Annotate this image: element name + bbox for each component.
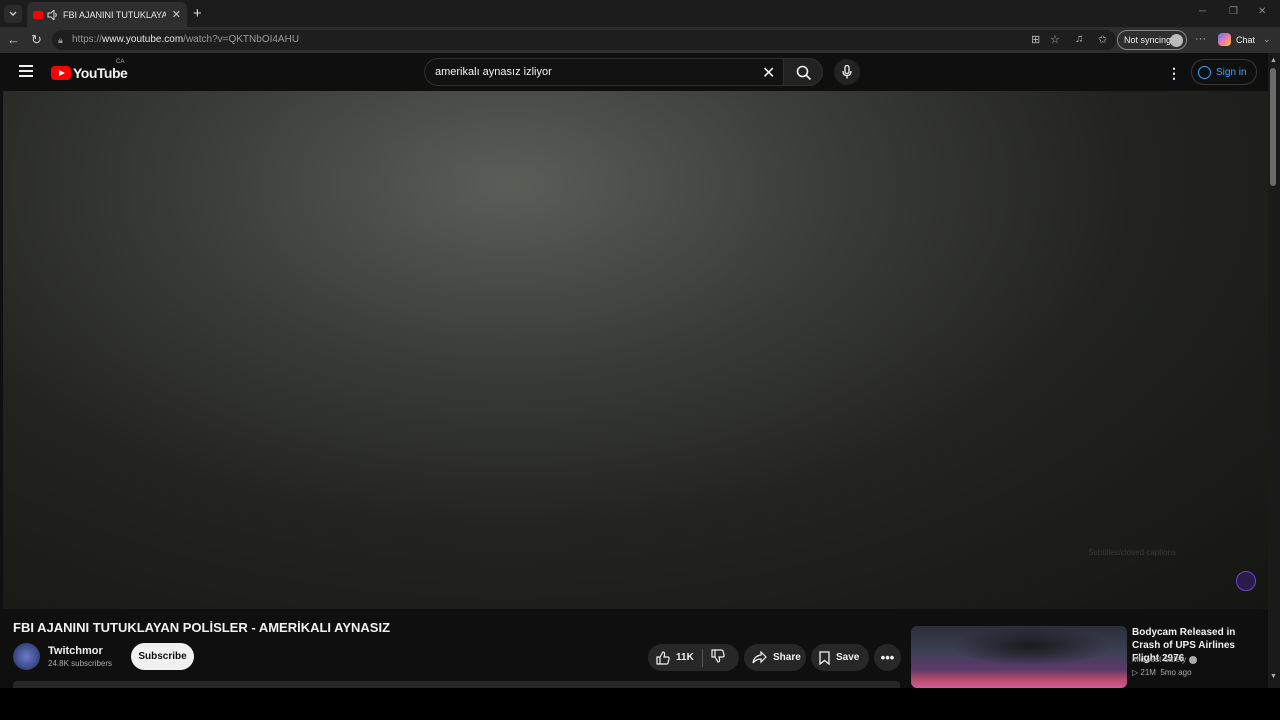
youtube-favicon-icon [33,10,43,19]
share-arrow-icon [752,651,767,664]
like-button[interactable]: 11K [648,648,703,667]
profile-sync-button[interactable]: Not syncing [1117,30,1187,50]
captions-overlay: Subtitles/closed captions [1088,548,1177,557]
close-tab-icon[interactable]: ✕ [172,8,181,21]
minimize-icon[interactable]: ─ [1199,6,1206,17]
menu-icon[interactable] [19,65,33,77]
thumbs-down-icon [711,649,725,663]
settings-more-icon[interactable]: ··· [1195,33,1206,45]
youtube-logo[interactable]: YouTube CA [51,59,128,81]
sign-in-button[interactable]: Sign in [1191,59,1257,85]
like-dislike-group: 11K [648,644,739,671]
search-button[interactable] [783,58,823,86]
refresh-icon[interactable]: ↻ [31,32,42,48]
bottom-strip [0,688,1280,720]
save-button[interactable]: Save [811,644,869,671]
browser-toolbar: ← ↻ 🔒︎ https://www.youtube.com/watch?v=Q… [0,27,1280,53]
subscribe-button[interactable]: Subscribe [131,643,194,670]
channel-name[interactable]: Twitchmor [48,645,103,657]
new-tab-icon[interactable]: + [193,5,202,22]
search-input[interactable]: amerikalı aynasız izliyor [424,58,786,86]
play-count-icon: ▷ [1132,668,1139,677]
scroll-up-icon[interactable]: ▲ [1270,57,1277,64]
account-icon [1198,65,1211,79]
like-count: 11K [676,652,694,663]
lock-icon: 🔒︎ [58,35,63,45]
clear-search-icon[interactable]: ✕ [762,63,775,83]
youtube-play-logo-icon [51,66,71,80]
microphone-icon [842,65,852,79]
favorite-star-icon[interactable]: ☆ [1050,33,1060,46]
recommended-age: 5mo ago [1160,668,1192,677]
thumbs-up-icon [656,650,670,665]
address-bar[interactable]: 🔒︎ https://www.youtube.com/watch?v=QKTNb… [52,30,1116,50]
dislike-button[interactable] [703,649,733,666]
scroll-down-icon[interactable]: ▼ [1270,673,1277,680]
app-available-icon[interactable]: ⊞ [1031,33,1040,46]
restore-icon[interactable]: ❐ [1229,6,1238,17]
back-icon[interactable]: ← [7,32,20,47]
speaker-icon[interactable] [47,9,58,20]
sync-status-label: Not syncing [1124,35,1172,45]
voice-search-button[interactable] [834,59,860,85]
recommended-channel[interactable]: Midwest Safety [1132,655,1198,664]
scrollbar-thumb[interactable] [1270,68,1276,186]
recommended-views: 21M [1140,668,1156,677]
sign-in-label: Sign in [1216,66,1247,78]
url-prefix: https:// [72,34,103,45]
chevron-down-icon [9,11,17,16]
copilot-icon [1218,33,1231,46]
chat-label: Chat [1236,34,1256,45]
search-icon [796,65,812,81]
share-button[interactable]: Share [744,644,806,671]
chevron-down-icon[interactable]: ⌄ [1263,34,1271,45]
subscriber-count: 24.8K subscribers [48,659,113,668]
description-box[interactable] [13,681,900,688]
copilot-chat-button[interactable]: Chat ⌄ [1218,33,1271,46]
recommended-channel-name: Midwest Safety [1132,655,1187,664]
recommended-meta: ▷ 21M 5mo ago [1132,668,1192,677]
youtube-header: YouTube CA amerikalı aynasız izliyor ✕ ⋮… [0,53,1268,91]
url-host: www.youtube.com [102,34,184,45]
logo-text: YouTube [73,65,128,81]
recommended-thumbnail[interactable] [911,626,1127,688]
share-label: Share [773,652,801,663]
more-actions-button[interactable]: ••• [874,644,901,671]
tab-list-button[interactable] [4,5,22,23]
video-player[interactable] [3,91,1268,609]
browser-tabbar: FBI AJANINI TUTUKLAYAN POLİSLER - AMERİK… [0,0,1280,27]
more-horizontal-icon: ••• [880,650,895,665]
page-scrollbar[interactable]: ▲ ▼ [1268,53,1280,688]
browser-tab-active[interactable]: FBI AJANINI TUTUKLAYAN POLİSLER - AMERİK… [27,2,187,27]
tab-title: FBI AJANINI TUTUKLAYAN POLİSLER - AMERİK… [63,9,166,20]
channel-watermark-icon[interactable] [1236,571,1256,591]
media-control-icon[interactable]: ♫ [1075,33,1083,45]
channel-avatar[interactable] [13,643,40,670]
profile-avatar-icon [1170,34,1183,47]
video-title: FBI AJANINI TUTUKLAYAN POLİSLER - AMERİK… [13,620,391,635]
country-code: CA [116,59,125,65]
save-label: Save [836,652,860,663]
url-path: /watch?v=QKTNbOI4AHU [183,34,300,45]
bookmark-icon [819,650,830,665]
verified-check-icon [1189,655,1198,664]
settings-kebab-icon[interactable]: ⋮ [1167,65,1181,82]
favorites-icon[interactable]: ✩ [1098,33,1107,46]
close-window-icon[interactable]: ✕ [1258,6,1266,17]
